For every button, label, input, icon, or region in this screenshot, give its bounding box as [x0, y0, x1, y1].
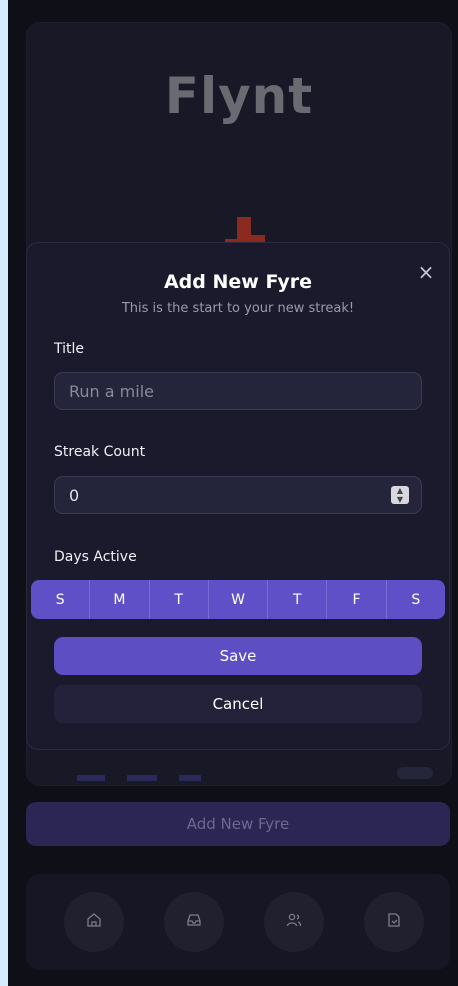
nav-home-button[interactable]	[64, 892, 124, 952]
modal-title: Add New Fyre	[163, 271, 313, 293]
days-active-label: Days Active	[54, 549, 137, 565]
days-active-selector: S M T W T F S	[31, 580, 445, 619]
nav-file-button[interactable]	[364, 892, 424, 952]
app-window: Flynt Add New Fyre × Add New Fyre This i…	[8, 0, 458, 986]
background-bar	[179, 775, 201, 781]
streak-count-input[interactable]	[69, 485, 407, 505]
cancel-button[interactable]: Cancel	[54, 685, 422, 723]
home-icon	[86, 912, 102, 932]
users-icon	[286, 912, 302, 932]
title-label: Title	[54, 341, 85, 357]
stepper-icon[interactable]: ▲ ▼	[391, 486, 409, 504]
inbox-icon	[186, 912, 202, 932]
add-new-fyre-button[interactable]: Add New Fyre	[26, 802, 450, 846]
day-saturday[interactable]: S	[387, 580, 445, 619]
title-field	[54, 372, 422, 410]
background-pill	[397, 767, 433, 779]
day-thursday[interactable]: T	[268, 580, 328, 619]
app-title: Flynt	[164, 67, 314, 125]
add-fyre-modal: × Add New Fyre This is the start to your…	[26, 242, 450, 750]
day-tuesday[interactable]: T	[150, 580, 209, 619]
nav-inbox-button[interactable]	[164, 892, 224, 952]
save-button[interactable]: Save	[54, 637, 422, 675]
title-input[interactable]	[69, 381, 407, 401]
background-bar	[127, 775, 157, 781]
nav-users-button[interactable]	[264, 892, 324, 952]
day-friday[interactable]: F	[327, 580, 387, 619]
modal-subtitle: This is the start to your new streak!	[121, 301, 355, 316]
background-bar	[77, 775, 105, 781]
streak-count-label: Streak Count	[54, 444, 146, 460]
streak-count-field: ▲▼	[54, 476, 422, 514]
file-icon	[386, 912, 402, 932]
day-monday[interactable]: M	[90, 580, 150, 619]
day-wednesday[interactable]: W	[209, 580, 269, 619]
day-sunday[interactable]: S	[31, 580, 91, 619]
bottom-nav	[26, 874, 450, 970]
